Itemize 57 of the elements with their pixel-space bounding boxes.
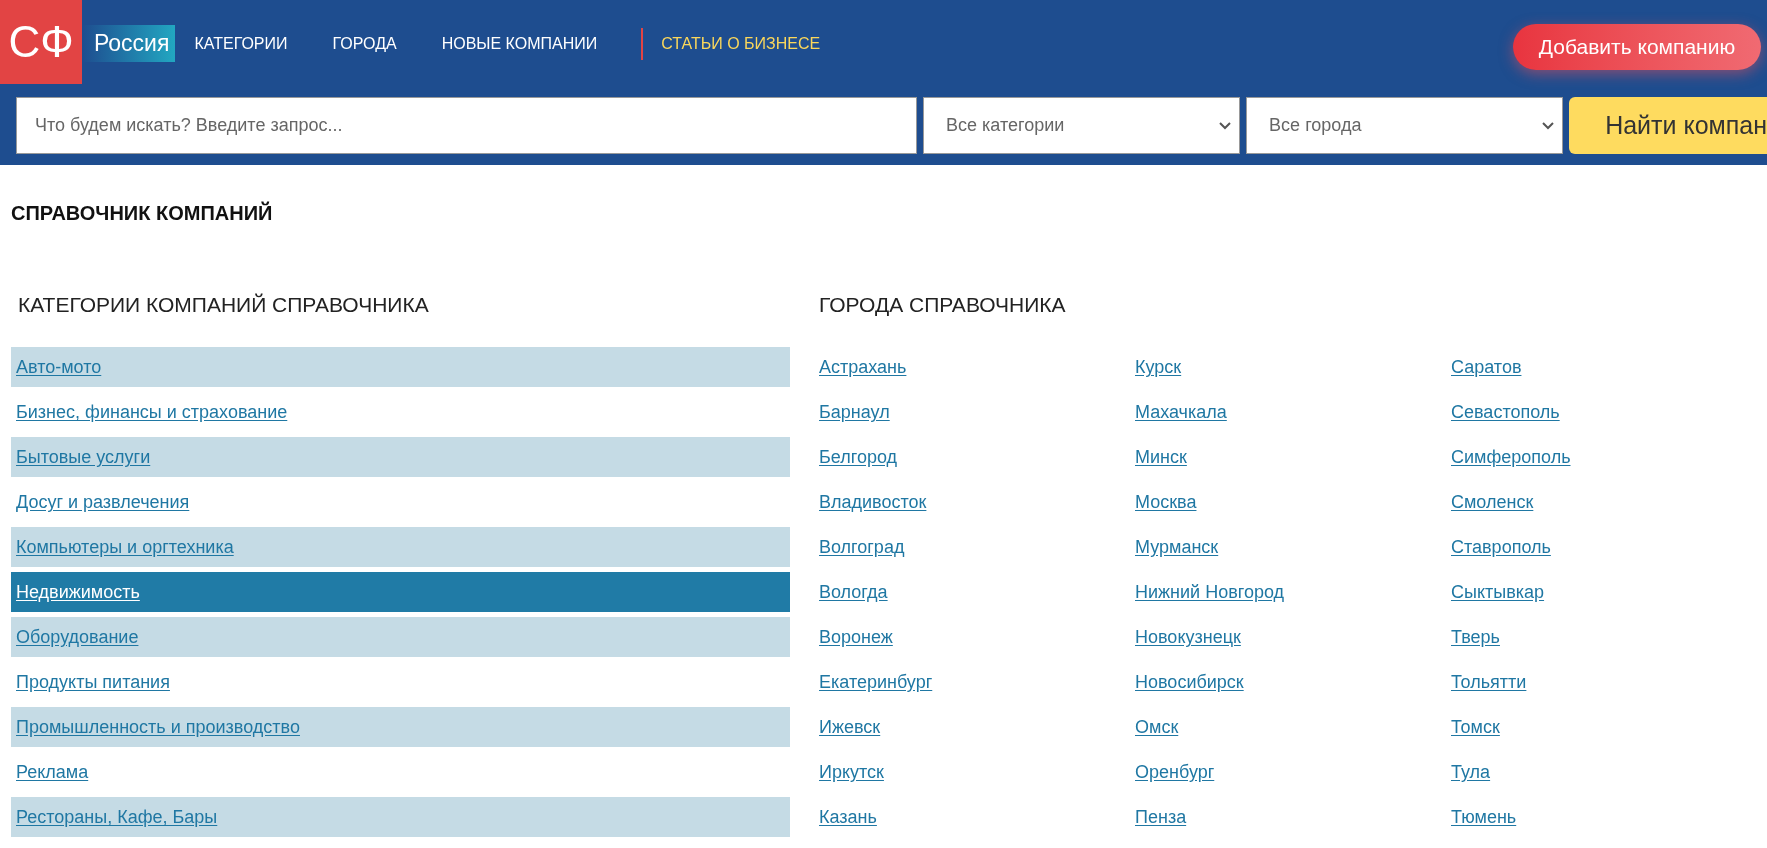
city-link[interactable]: Оренбург: [1135, 752, 1215, 792]
chevron-down-icon: [1542, 121, 1555, 130]
nav-link[interactable]: ГОРОДА: [332, 31, 397, 56]
logo[interactable]: СФ: [0, 0, 82, 84]
city-link[interactable]: Новосибирск: [1135, 662, 1244, 702]
city-link[interactable]: Смоленск: [1451, 482, 1534, 522]
city-link[interactable]: Нижний Новгород: [1135, 572, 1285, 612]
city-link[interactable]: Севастополь: [1451, 392, 1560, 432]
chevron-down-icon: [1219, 121, 1232, 130]
city-link[interactable]: Пенза: [1135, 797, 1187, 837]
city-link[interactable]: Астрахань: [819, 347, 907, 387]
city-link[interactable]: Барнаул: [819, 392, 890, 432]
city-link[interactable]: Мурманск: [1135, 527, 1219, 567]
add-company-button[interactable]: Добавить компанию: [1513, 24, 1761, 70]
category-link[interactable]: Рестораны, Кафе, Бары: [11, 797, 790, 837]
city-link[interactable]: Воронеж: [819, 617, 893, 657]
city-link[interactable]: Ижевск: [819, 707, 881, 747]
city-link[interactable]: Тула: [1451, 752, 1491, 792]
category-link[interactable]: Промышленность и производство: [11, 707, 790, 747]
region-label[interactable]: Россия: [82, 25, 176, 62]
nav-link[interactable]: НОВЫЕ КОМПАНИИ: [441, 31, 598, 56]
section-heading: КАТЕГОРИИ КОМПАНИЙ СПРАВОЧНИКА: [18, 292, 430, 318]
category-link[interactable]: Компьютеры и оргтехника: [11, 527, 790, 567]
city-link[interactable]: Тольятти: [1451, 662, 1527, 702]
city-link[interactable]: Махачкала: [1135, 392, 1227, 432]
city-link[interactable]: Вологда: [819, 572, 888, 612]
city-link[interactable]: Минск: [1135, 437, 1187, 477]
city-link[interactable]: Москва: [1135, 482, 1197, 522]
category-select[interactable]: Все категории: [923, 97, 1241, 154]
select-value: Все города: [1269, 114, 1362, 137]
city-link[interactable]: Белгород: [819, 437, 898, 477]
category-link[interactable]: Недвижимость: [11, 572, 790, 612]
nav-link[interactable]: КАТЕГОРИИ: [194, 31, 288, 56]
city-link[interactable]: Омск: [1135, 707, 1179, 747]
city-link[interactable]: Волгоград: [819, 527, 905, 567]
city-link[interactable]: Симферополь: [1451, 437, 1571, 477]
city-link[interactable]: Сыктывкар: [1451, 572, 1545, 612]
section-heading: ГОРОДА СПРАВОЧНИКА: [819, 292, 1067, 318]
city-link[interactable]: Тверь: [1451, 617, 1500, 657]
city-link[interactable]: Владивосток: [819, 482, 927, 522]
city-link[interactable]: Ставрополь: [1451, 527, 1551, 567]
select-value: Все категории: [946, 114, 1065, 137]
city-link[interactable]: Казань: [819, 797, 877, 837]
city-link[interactable]: Тюмень: [1451, 797, 1517, 837]
city-link[interactable]: Томск: [1451, 707, 1500, 747]
city-link[interactable]: Саратов: [1451, 347, 1522, 387]
search-field[interactable]: Что будем искать? Введите запрос...: [16, 97, 918, 154]
city-link[interactable]: Новокузнецк: [1135, 617, 1241, 657]
page-title: СПРАВОЧНИК КОМПАНИЙ: [11, 200, 274, 226]
city-link[interactable]: Екатеринбург: [819, 662, 933, 702]
category-link[interactable]: Оборудование: [11, 617, 790, 657]
city-link[interactable]: Иркутск: [819, 752, 884, 792]
search-button[interactable]: Найти компан: [1569, 97, 1767, 154]
category-link[interactable]: Авто-мото: [11, 347, 790, 387]
city-link[interactable]: Курск: [1135, 347, 1182, 387]
category-link[interactable]: Бытовые услуги: [11, 437, 790, 477]
city-select[interactable]: Все города: [1246, 97, 1564, 154]
